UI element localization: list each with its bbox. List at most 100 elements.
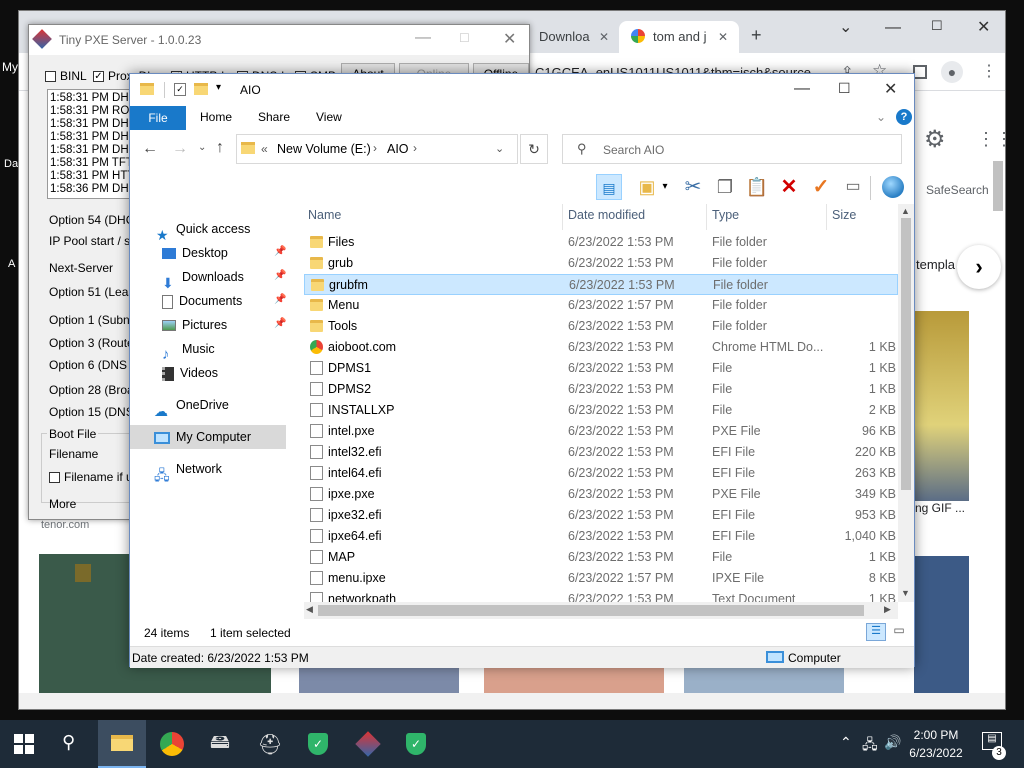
nav-network[interactable]: 🖧 Network [154, 457, 314, 483]
sidepanel-icon[interactable] [913, 65, 927, 79]
minimize-icon[interactable]: — [415, 29, 431, 47]
minimize-icon[interactable]: — [885, 19, 901, 37]
new-tab-button[interactable]: + [751, 25, 762, 46]
address-bar[interactable]: « New Volume (E:) › AIO › ⌄ [236, 134, 518, 164]
globe-icon[interactable] [882, 176, 904, 198]
properties-icon[interactable]: ▣ [634, 174, 660, 200]
checkmark-icon[interactable]: ✓ [808, 174, 834, 200]
file-row[interactable]: grub 6/23/2022 1:53 PM File folder [304, 253, 898, 274]
file-row[interactable]: ipxe32.efi 6/23/2022 1:53 PM EFI File 953 K… [304, 505, 898, 526]
column-date-modified[interactable]: Date modified [568, 208, 645, 222]
apps-icon[interactable]: ⋮⋮ [977, 129, 1013, 150]
file-row[interactable]: intel64.efi 6/23/2022 1:53 PM EFI File 263 … [304, 463, 898, 484]
search-icon[interactable]: ⚲ [62, 732, 75, 753]
new-folder-icon[interactable] [194, 83, 208, 95]
nav-pictures[interactable]: Pictures [162, 313, 312, 337]
shield-taskbar-button[interactable]: ✓ [302, 728, 334, 760]
menu-icon[interactable]: ⋮ [981, 61, 997, 81]
chevron-down-icon[interactable]: ⌄ [495, 142, 504, 155]
chevron-right-icon[interactable]: › [957, 245, 1001, 289]
pxe-log-list[interactable]: 1:58:31 PM DHCP 1:58:31 PM ROOT 1:58:31 … [47, 89, 137, 199]
filename-if-checkbox[interactable]: Filename if us [49, 470, 131, 484]
column-name[interactable]: Name [308, 208, 341, 222]
search-box[interactable]: ⚲ Search AIO [562, 134, 902, 164]
breadcrumb-folder[interactable]: AIO [387, 142, 409, 156]
breadcrumb-drive[interactable]: New Volume (E:) [277, 142, 371, 156]
maximize-icon[interactable]: ☐ [838, 80, 851, 97]
nav-documents[interactable]: Documents [162, 289, 312, 313]
more-button[interactable]: More [49, 497, 76, 511]
up-arrow-icon[interactable]: ↑ [216, 139, 224, 157]
large-icons-view-button[interactable]: ▭ [890, 623, 908, 641]
file-row[interactable]: intel32.efi 6/23/2022 1:53 PM EFI File 220 … [304, 442, 898, 463]
file-row[interactable]: MAP 6/23/2022 1:53 PM File 1 KB [304, 547, 898, 568]
quick-access-toolbar-dropdown-icon[interactable]: ▾ [216, 82, 221, 93]
file-row[interactable]: Menu 6/23/2022 1:57 PM File folder [304, 295, 898, 316]
file-row[interactable]: Files 6/23/2022 1:53 PM File folder [304, 232, 898, 253]
details-view-button[interactable]: ☰ [866, 623, 886, 641]
horizontal-scrollbar[interactable]: ◀ ▶ [304, 602, 898, 619]
pin-icon[interactable]: 📌 [274, 246, 286, 257]
column-type[interactable]: Type [712, 208, 739, 222]
file-row[interactable]: grubfm 6/23/2022 1:53 PM File folder [304, 274, 898, 295]
back-arrow-icon[interactable]: ← [142, 140, 158, 158]
paste-icon[interactable]: 📋 [744, 174, 770, 200]
properties-icon[interactable]: ✓ [174, 83, 186, 96]
file-row[interactable]: Tools 6/23/2022 1:53 PM File folder [304, 316, 898, 337]
close-icon[interactable]: ✕ [503, 29, 516, 49]
scroll-down-icon[interactable]: ▼ [901, 588, 910, 598]
cut-icon[interactable]: ✂ [680, 174, 706, 200]
close-icon[interactable]: ✕ [884, 79, 897, 99]
close-icon[interactable]: ✕ [599, 30, 609, 44]
scrollbar-thumb[interactable] [901, 218, 911, 490]
rename-icon[interactable]: ▭ [840, 174, 866, 200]
file-row[interactable]: INSTALLXP 6/23/2022 1:53 PM File 2 KB [304, 400, 898, 421]
gif-result-text[interactable]: ng GIF ... [915, 501, 965, 515]
delete-icon[interactable]: ✕ [776, 174, 802, 200]
close-icon[interactable]: ✕ [718, 30, 728, 44]
tenor-source[interactable]: tenor.com [41, 519, 89, 531]
tiny-pxe-taskbar-button[interactable] [352, 728, 384, 760]
network-icon[interactable]: 🖧 [862, 734, 878, 758]
breadcrumb-overflow[interactable]: « [261, 142, 268, 156]
nav-quick-access[interactable]: ★ Quick access [156, 217, 316, 243]
scrollbar-thumb[interactable] [993, 161, 1003, 211]
scroll-right-icon[interactable]: ▶ [884, 604, 891, 615]
column-size[interactable]: Size [832, 208, 856, 222]
copy-icon[interactable]: ❐ [712, 174, 738, 200]
gear-icon[interactable]: ⚙ [924, 125, 946, 154]
windows-start-icon[interactable] [14, 734, 34, 754]
tab-view[interactable]: View [316, 110, 342, 124]
image-thumbnail[interactable] [299, 668, 459, 694]
volume-icon[interactable]: 🔊 [884, 734, 901, 751]
binl-checkbox[interactable]: BINL [45, 69, 87, 83]
file-row[interactable]: menu.ipxe 6/23/2022 1:57 PM IPXE File 8 KB [304, 568, 898, 589]
avatar[interactable]: ● [941, 61, 963, 83]
image-thumbnail[interactable] [915, 311, 969, 501]
nav-videos[interactable]: Videos [162, 361, 322, 385]
preview-pane-icon[interactable]: ▤ [596, 174, 622, 200]
close-icon[interactable]: ✕ [977, 17, 990, 37]
column-divider[interactable] [706, 204, 707, 230]
pin-icon[interactable]: 📌 [274, 294, 286, 305]
help-icon[interactable]: ? [896, 109, 912, 125]
maximize-icon[interactable]: ☐ [931, 18, 943, 34]
clock[interactable]: 2:00 PM 6/23/2022 [906, 726, 966, 762]
chevron-down-icon[interactable]: ▾ [658, 174, 672, 200]
refresh-icon[interactable]: ↻ [520, 134, 548, 164]
pin-icon[interactable]: 📌 [274, 318, 286, 329]
shield-taskbar-button[interactable]: ✓ [400, 728, 432, 760]
chevron-up-icon[interactable]: ⌃ [840, 734, 852, 751]
file-row[interactable]: networkpath 6/23/2022 1:53 PM Text Documen… [304, 589, 898, 602]
file-row[interactable]: DPMS2 6/23/2022 1:53 PM File 1 KB [304, 379, 898, 400]
scrollbar-thumb[interactable] [318, 605, 864, 616]
tab-file[interactable]: File [130, 106, 186, 130]
image-thumbnail[interactable] [914, 556, 969, 694]
minimize-icon[interactable]: — [794, 80, 810, 98]
nav-onedrive[interactable]: ☁ OneDrive [154, 393, 314, 419]
vertical-scrollbar[interactable]: ▲ ▼ [898, 204, 914, 602]
nav-downloads[interactable]: ⬇ Downloads [162, 265, 312, 291]
chevron-down-icon[interactable]: ⌄ [876, 110, 886, 124]
tool-taskbar-button[interactable]: ⛑ [254, 728, 286, 760]
image-thumbnail[interactable] [484, 668, 664, 694]
